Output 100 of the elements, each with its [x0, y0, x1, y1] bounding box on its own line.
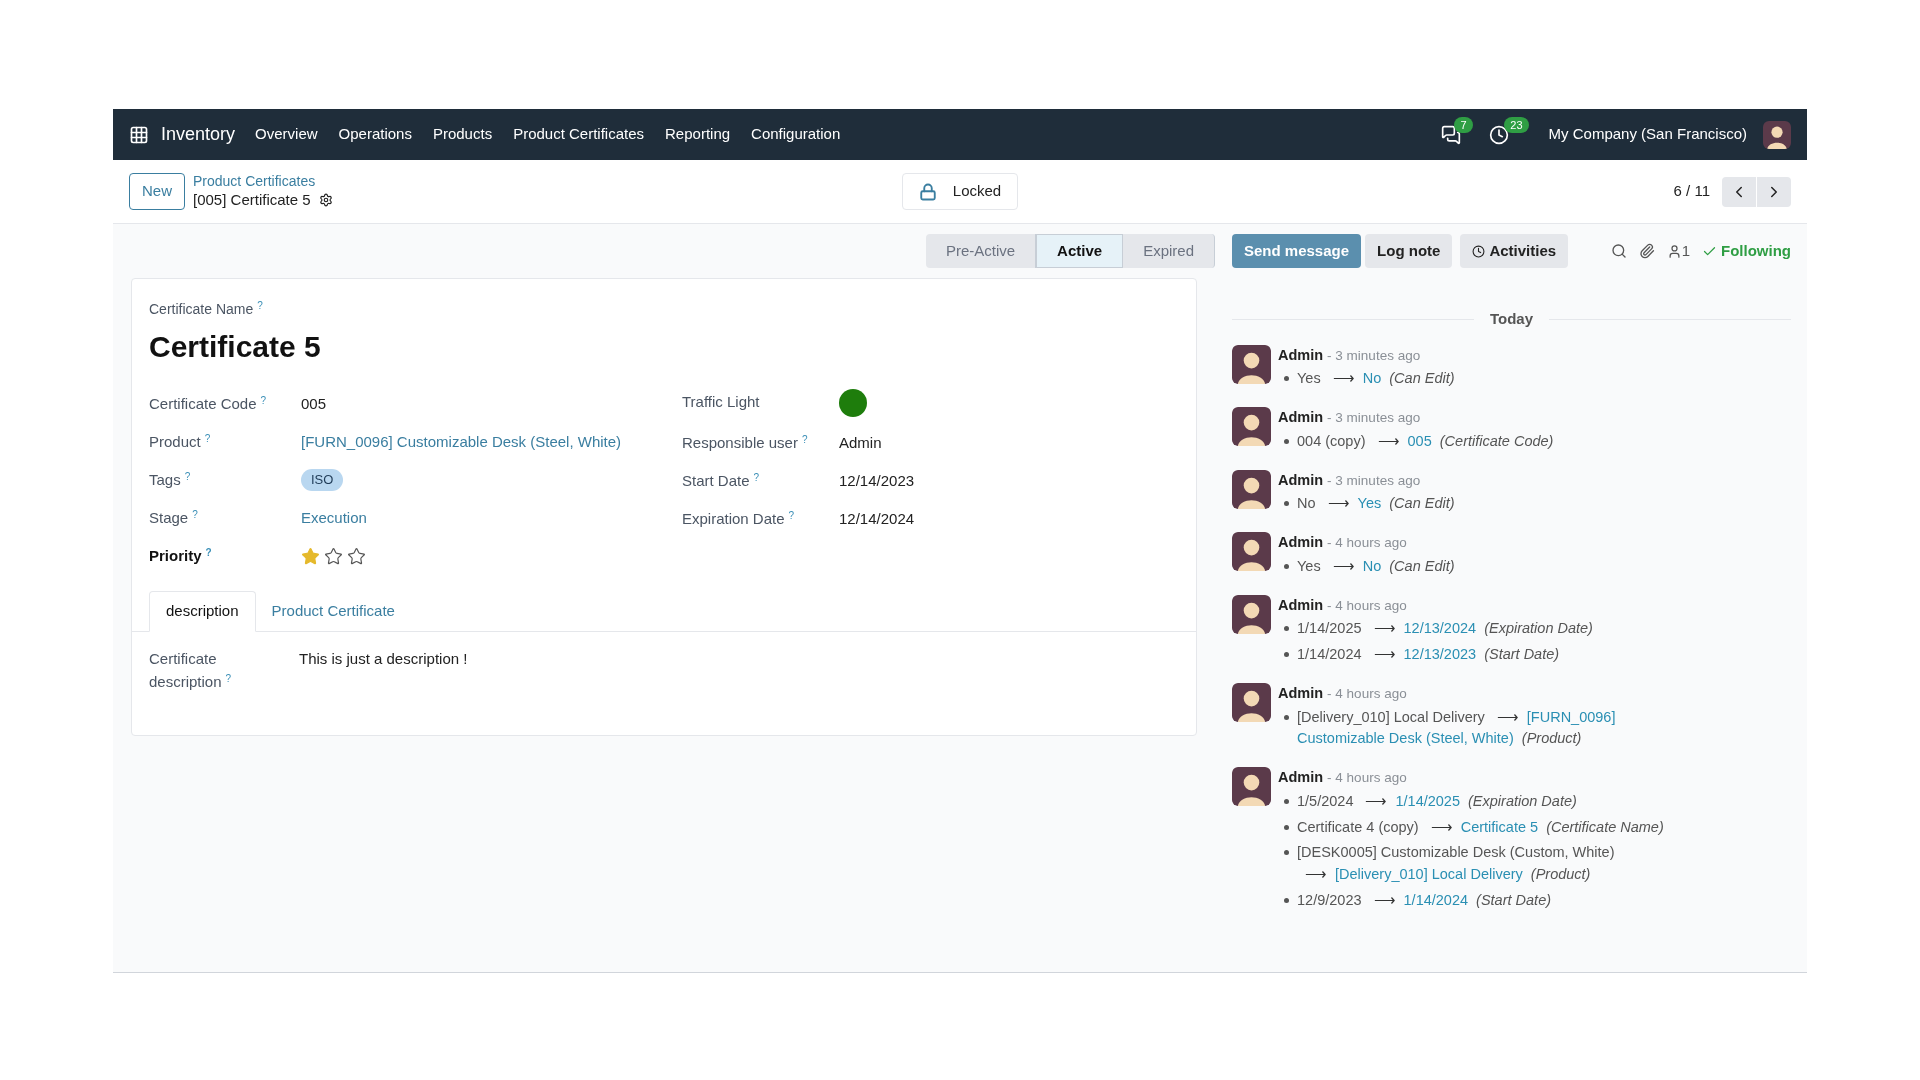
bullet-icon	[1284, 501, 1289, 507]
field-label: Start Date $^{?}$	[682, 470, 761, 491]
star-icon[interactable]	[324, 546, 343, 566]
messages-icon[interactable]	[1440, 124, 1461, 145]
person-icon	[1666, 243, 1682, 259]
avatar-icon	[1232, 469, 1271, 509]
log-note-button[interactable]: Log note	[1365, 234, 1453, 268]
field-label: Certificate Name $^{?}$	[149, 299, 264, 319]
avatar-icon	[1232, 407, 1271, 446]
help-mark[interactable]: ?	[753, 471, 760, 483]
record-title: Certificate 5	[149, 329, 322, 365]
activities-icon[interactable]	[1488, 124, 1509, 145]
bullet-icon	[1284, 376, 1289, 382]
field-label: Certificate description $^{?}$	[149, 649, 233, 692]
settings-icon[interactable]	[318, 193, 333, 208]
field-label: Stage $^{?}$	[149, 507, 199, 528]
help-mark[interactable]: ?	[204, 432, 211, 444]
field-label: Priority $^{?}$	[149, 545, 213, 566]
avatar-icon	[1232, 532, 1271, 571]
form-tab[interactable]: Product Certificate	[255, 591, 411, 632]
bullet-icon	[1284, 798, 1289, 804]
apps-menu-icon[interactable]	[129, 124, 149, 145]
bullet-icon	[1284, 652, 1289, 657]
tracking-change: 1/14/2025 ⟶ 12/13/2024 (Expiration Date)	[1297, 619, 1593, 639]
avatar-icon	[1763, 120, 1791, 149]
tracking-change: 12/9/2023 ⟶ 1/14/2024 (Start Date)	[1297, 890, 1552, 910]
field-label: Traffic Light	[682, 392, 761, 413]
status-stage[interactable]: Expired	[1123, 234, 1215, 268]
message-time: - 4 hours ago	[1327, 769, 1407, 787]
author-name[interactable]: Admin	[1278, 767, 1324, 789]
help-mark[interactable]: ?	[205, 546, 212, 558]
locked-button[interactable]: Locked	[901, 173, 1019, 210]
tracking-change: 1/5/2024 ⟶ 1/14/2025 (Expiration Date)	[1297, 791, 1577, 811]
bullet-icon	[1284, 850, 1289, 856]
field-value: 12/14/2024	[839, 508, 915, 529]
field-label: Certificate Code $^{?}$	[149, 393, 268, 414]
date-divider: Today	[1489, 309, 1534, 329]
tracking-change: Yes ⟶ No (Can Edit)	[1297, 369, 1455, 389]
star-icon[interactable]	[301, 546, 320, 566]
menu-item[interactable]: Reporting	[665, 123, 731, 146]
help-mark[interactable]: ?	[192, 508, 198, 520]
field-value: 12/14/2023	[839, 470, 915, 491]
priority-stars[interactable]	[301, 546, 366, 566]
description-text: This is just a description !	[299, 649, 468, 669]
help-mark[interactable]: ?	[788, 509, 795, 521]
field-value: 005	[301, 393, 327, 414]
help-mark[interactable]: ?	[184, 470, 191, 482]
new-button[interactable]: New	[129, 173, 185, 210]
field-link[interactable]: Execution	[301, 506, 367, 530]
activities-button[interactable]: Activities	[1460, 234, 1569, 268]
field-label: Product $^{?}$	[149, 431, 212, 452]
help-mark[interactable]: ?	[257, 300, 263, 311]
message-time: - 4 hours ago	[1327, 684, 1407, 703]
help-mark[interactable]: ?	[260, 394, 267, 406]
search-icon[interactable]	[1610, 243, 1627, 259]
message-time: - 4 hours ago	[1327, 534, 1407, 552]
author-name[interactable]: Admin	[1278, 594, 1324, 617]
tracking-change: 1/14/2024 ⟶ 12/13/2023 (Start Date)	[1297, 645, 1560, 664]
company-name[interactable]: My Company (San Francisco)	[1548, 123, 1747, 146]
status-stage[interactable]: Active	[1036, 234, 1124, 268]
lock-icon	[918, 182, 937, 201]
message-time: - 3 minutes ago	[1327, 409, 1421, 427]
form-tab[interactable]: description	[149, 591, 256, 632]
app-name[interactable]: Inventory	[161, 121, 236, 148]
help-mark[interactable]: ?	[225, 672, 232, 684]
field-label: Responsible user $^{?}$	[682, 432, 809, 453]
breadcrumb-link[interactable]: Product Certificates	[193, 173, 333, 191]
pager-value: 6 / 11	[1673, 181, 1710, 202]
menu-item[interactable]: Configuration	[751, 123, 841, 146]
tracking-change: 004 (copy) ⟶ 005 (Certificate Code)	[1297, 431, 1554, 451]
menu-item[interactable]: Overview	[255, 123, 318, 146]
star-icon[interactable]	[347, 546, 366, 566]
author-name[interactable]: Admin	[1278, 407, 1324, 429]
field-label: Tags $^{?}$	[149, 469, 192, 490]
author-name[interactable]: Admin	[1278, 532, 1324, 554]
author-name[interactable]: Admin	[1278, 682, 1324, 705]
status-stage[interactable]: Pre-Active	[925, 234, 1037, 268]
message-time: - 3 minutes ago	[1327, 471, 1421, 490]
avatar-icon	[1232, 594, 1271, 634]
author-name[interactable]: Admin	[1278, 344, 1324, 367]
tracking-change: [Delivery_010] Local Delivery ⟶ [FURN_0096] Customizable Desk (Steel, White) (Product)	[1297, 707, 1617, 749]
tag-badge[interactable]: ISO	[301, 469, 344, 491]
bullet-icon	[1284, 626, 1289, 632]
send-message-button[interactable]: Send message	[1232, 234, 1362, 268]
followers-button[interactable]: 1	[1666, 239, 1690, 263]
bullet-icon	[1284, 824, 1289, 830]
field-link[interactable]: [FURN_0096] Customizable Desk (Steel, White)	[301, 430, 622, 454]
menu-item[interactable]: Products	[432, 123, 493, 146]
record-name: [005] Certificate 5	[193, 190, 311, 210]
bullet-icon	[1284, 438, 1289, 444]
menu-item[interactable]: Product Certificates	[513, 123, 645, 146]
avatar-icon	[1232, 682, 1271, 722]
message-time: - 4 hours ago	[1327, 596, 1407, 615]
menu-item[interactable]: Operations	[338, 123, 412, 146]
count-badge: 7	[1454, 116, 1473, 133]
paperclip-icon[interactable]	[1638, 243, 1655, 259]
field-value: Admin	[839, 432, 882, 453]
help-mark[interactable]: ?	[801, 433, 808, 445]
author-name[interactable]: Admin	[1278, 469, 1324, 492]
message-time: - 3 minutes ago	[1327, 346, 1421, 365]
